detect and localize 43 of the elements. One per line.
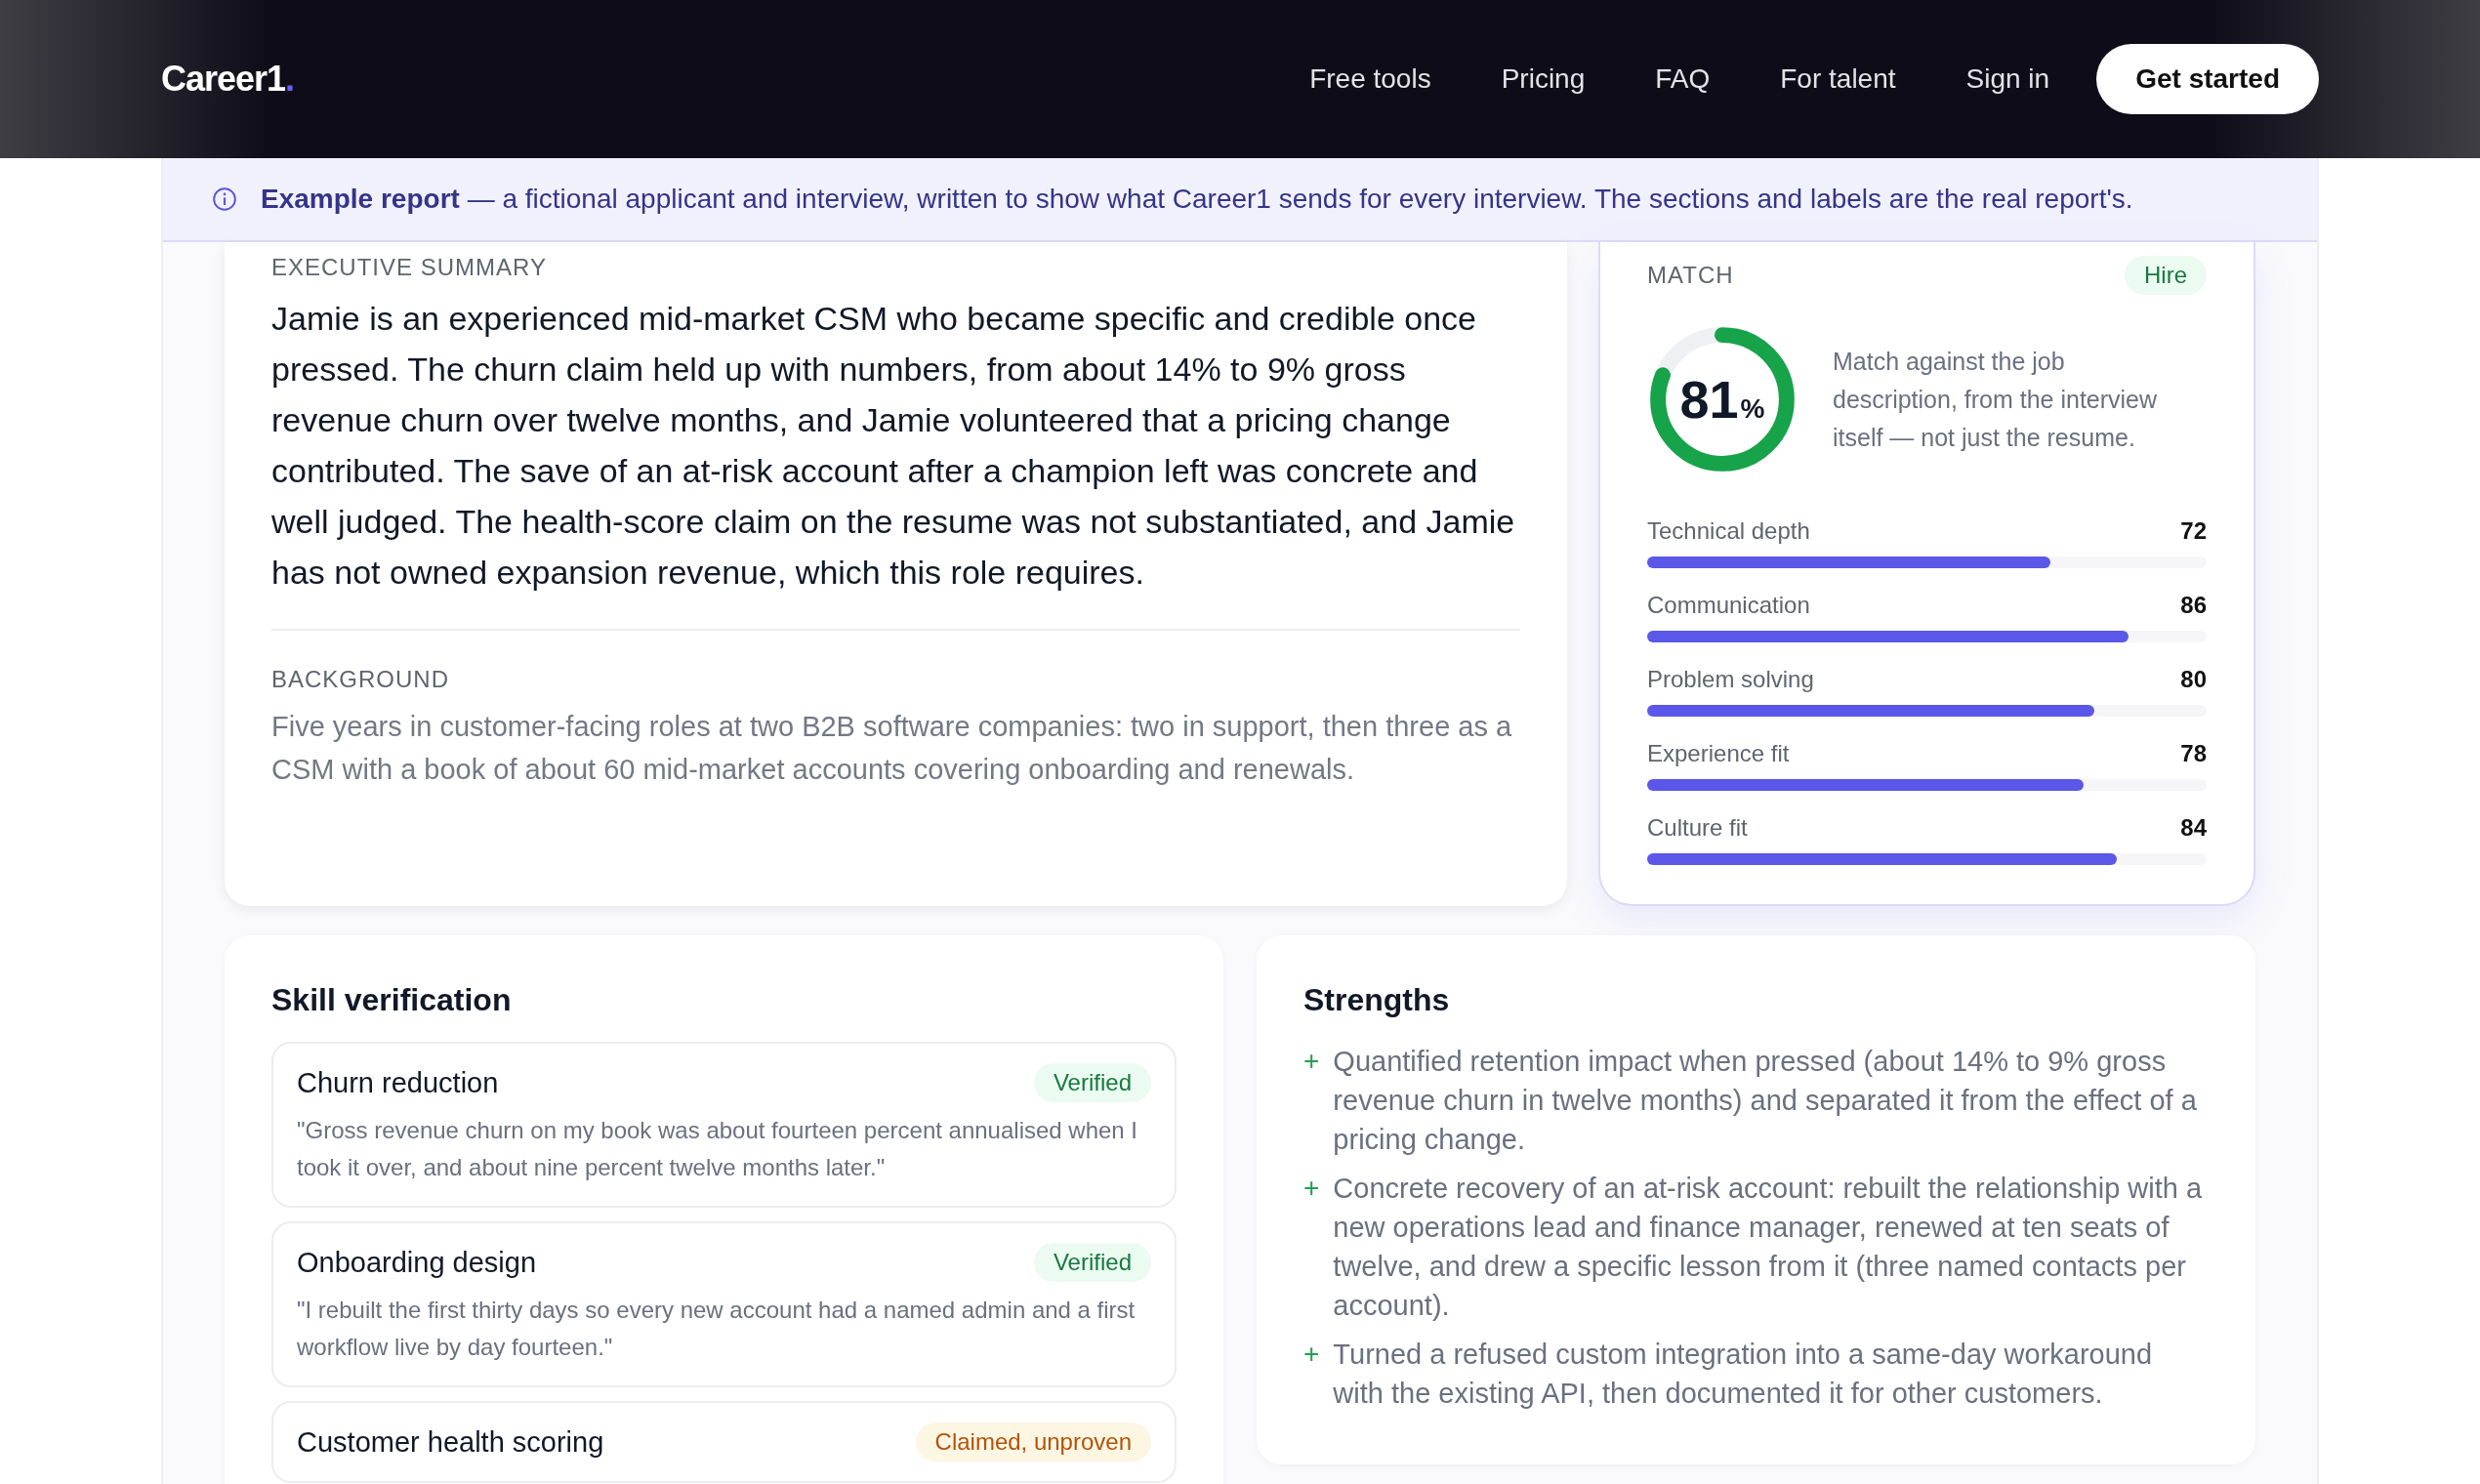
get-started-button[interactable]: Get started [2096, 44, 2319, 114]
metric-name: Communication [1647, 592, 1810, 619]
verdict-badge: Hire [2125, 256, 2207, 295]
match-label: MATCH [1647, 262, 1734, 289]
strength-text: Concrete recovery of an at-risk account: rebuilt the relationship with a new operations lead and finance manager, renewed at ten seats of twelve, and drew a specific lesson from it (three named contacts per account). [1333, 1172, 2204, 1323]
skill-name: Onboarding design [297, 1246, 537, 1279]
status-badge: Verified [1033, 1063, 1151, 1102]
metric-value: 84 [2180, 814, 2207, 842]
card-title: Strengths [1303, 982, 1451, 1018]
section-label: EXECUTIVE SUMMARY [271, 254, 548, 281]
nav-link[interactable]: Sign in [1965, 63, 2050, 95]
skill-name: Customer health scoring [297, 1425, 604, 1459]
card-title: Skill verification [271, 982, 513, 1018]
status-badge: Claimed, unproven [915, 1422, 1151, 1462]
metric-name: Technical depth [1647, 517, 1810, 545]
plus-icon: + [1303, 1335, 1320, 1413]
skill-quote: "Gross revenue churn on my book was about fourteen percent annualised when I took it over, and about nine percent twelve months later." [297, 1116, 1139, 1182]
section-text: Jamie is an experienced mid-market CSM who became specific and credible once pressed. The churn claim held up with numbers, from about 14% to 9% gross revenue churn over twelve months, and Jamie volunteered that a pricing change contributed. The save of an at-risk account after a champion left was concrete and well judged. The health-score claim on the resume was not substantiated, and Jamie has not owned expansion revenue, which this role requires. [271, 299, 1516, 593]
skill-name: Churn reduction [297, 1066, 499, 1099]
info-icon [212, 186, 237, 212]
section-text: Five years in customer-facing roles at two B2B software companies: two in support, then three as a CSM with a book of about 60 mid-market accounts covering onboarding and renewals. [271, 710, 1513, 787]
nav-link[interactable]: FAQ [1655, 63, 1711, 95]
section-label: BACKGROUND [271, 666, 451, 693]
match-note: Match against the job description, from the interview itself — not just the resume. [1833, 346, 2159, 453]
status-badge: Verified [1033, 1243, 1151, 1282]
metric-value: 72 [2180, 517, 2207, 545]
score-value: 81% [1679, 373, 1765, 426]
metric-value: 80 [2180, 666, 2207, 693]
plus-icon: + [1303, 1042, 1320, 1159]
nav-link[interactable]: Pricing [1501, 63, 1586, 95]
banner-text: Example report — a fictional applicant and interview, written to show what Career1 sends for every interview. The sections and labels are the real report's. [261, 184, 2133, 215]
logo[interactable]: Career1. [161, 59, 295, 100]
metric-name: Experience fit [1647, 740, 1790, 767]
metric-value: 78 [2180, 740, 2207, 767]
metric-name: Problem solving [1647, 666, 1814, 693]
nav-link[interactable]: For talent [1780, 63, 1896, 95]
skill-quote: "I rebuilt the first thirty days so every new account had a named admin and a first workflow live by day fourteen." [297, 1296, 1137, 1362]
plus-icon: + [1303, 1169, 1320, 1325]
strength-text: Quantified retention impact when pressed (about 14% to 9% gross revenue churn in twelve months) and separated it from the effect of a pricing change. [1333, 1045, 2198, 1157]
nav-link[interactable]: Free tools [1309, 63, 1431, 95]
strength-text: Turned a refused custom integration into a same-day workaround with the existing API, then documented it for other customers. [1333, 1338, 2154, 1411]
metric-name: Culture fit [1647, 814, 1748, 842]
metric-value: 86 [2180, 592, 2207, 619]
